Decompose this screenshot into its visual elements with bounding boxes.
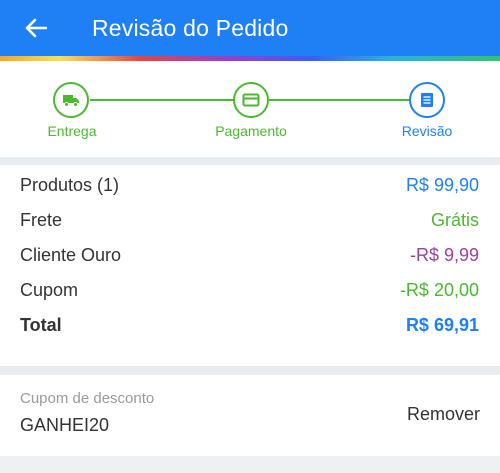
remove-coupon-button[interactable]: Remover — [407, 404, 480, 425]
section-divider — [0, 157, 500, 165]
summary-value: Grátis — [430, 210, 479, 230]
summary-value: -R$ 20,00 — [399, 280, 479, 300]
step-revisao[interactable] — [409, 82, 445, 118]
summary-label: Total — [20, 315, 62, 335]
step-label-pagamento: Pagamento — [215, 123, 287, 139]
step-connector — [269, 99, 409, 101]
app-bar: Revisão do Pedido — [0, 0, 500, 56]
summary-value: -R$ 9,99 — [409, 245, 479, 265]
checkout-stepper: Entrega Pagamento Revisão — [0, 61, 500, 157]
order-summary: Produtos (1) R$ 99,90 Frete Grátis Clien… — [0, 175, 500, 350]
summary-row-frete: Frete Grátis — [0, 210, 500, 245]
back-button[interactable] — [0, 0, 72, 56]
summary-row-cupom: Cupom -R$ 20,00 — [0, 280, 500, 315]
summary-row-total: Total R$ 69,91 — [0, 315, 500, 350]
truck-icon — [63, 95, 79, 107]
step-connector — [90, 99, 234, 101]
summary-row-produtos: Produtos (1) R$ 99,90 — [0, 175, 500, 210]
summary-value: R$ 99,90 — [405, 175, 479, 195]
coupon-section: Cupom de desconto GANHEI20 Remover — [0, 384, 500, 448]
summary-row-cliente-ouro: Cliente Ouro -R$ 9,99 — [0, 245, 500, 280]
coupon-code: GANHEI20 — [20, 415, 110, 435]
page-title: Revisão do Pedido — [92, 14, 289, 41]
step-label-revisao: Revisão — [401, 123, 453, 139]
summary-value: R$ 69,91 — [405, 315, 479, 335]
summary-label: Cupom — [20, 280, 79, 300]
card-icon — [242, 93, 260, 107]
arrow-left-icon — [25, 18, 47, 38]
step-label-entrega: Entrega — [47, 123, 97, 139]
step-entrega[interactable] — [53, 82, 89, 118]
summary-label: Frete — [20, 210, 63, 230]
receipt-icon — [421, 93, 433, 107]
section-divider — [0, 366, 500, 375]
step-pagamento[interactable] — [233, 82, 269, 118]
bottom-divider — [0, 456, 500, 473]
summary-label: Cliente Ouro — [20, 245, 122, 265]
coupon-label: Cupom de desconto — [20, 390, 155, 407]
summary-label: Produtos (1) — [20, 175, 120, 195]
